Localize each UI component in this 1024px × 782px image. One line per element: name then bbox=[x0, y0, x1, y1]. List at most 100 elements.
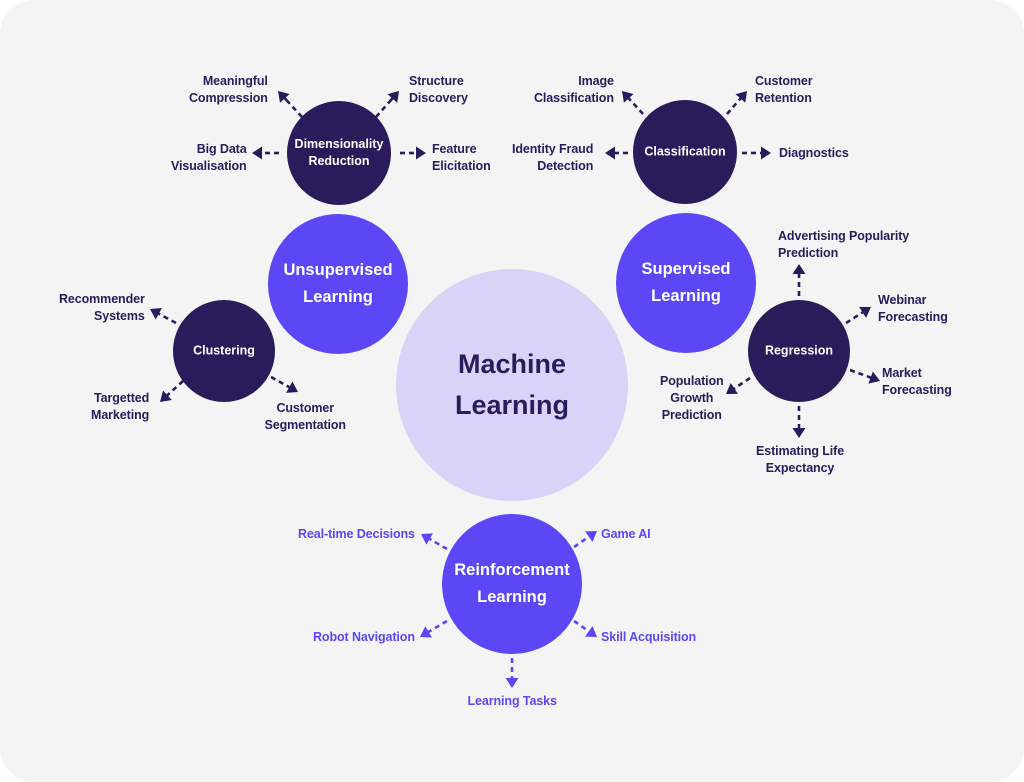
outcome-label-line: Forecasting bbox=[882, 383, 952, 397]
arrow-webinar-forecasting bbox=[845, 306, 871, 325]
arrow-recommender-systems bbox=[150, 308, 177, 325]
outcome-label-line: Discovery bbox=[409, 91, 468, 105]
outcome-label-line: Forecasting bbox=[878, 310, 948, 324]
reinforcement-learning-node-label: Reinforcement Learning bbox=[454, 557, 570, 611]
arrow-big-data-visualisation bbox=[252, 146, 279, 160]
outcome-label-line: Market bbox=[882, 366, 922, 380]
arrowhead-icon bbox=[416, 146, 426, 160]
node-label-line: Reinforcement bbox=[454, 561, 570, 579]
arrowhead-icon bbox=[585, 531, 597, 543]
arrow-diagnostics bbox=[742, 146, 771, 160]
arrow-image-classification bbox=[622, 91, 644, 115]
arrow-meaningful-compression bbox=[278, 91, 303, 118]
label-customer-segmentation: Customer Segmentation bbox=[264, 400, 347, 434]
dimensionality-reduction-node-label: Dimensionality Reduction bbox=[295, 136, 384, 170]
outcome-label-line: Image bbox=[578, 74, 614, 88]
outcome-label-line: Learning Tasks bbox=[467, 694, 557, 708]
outcome-label-line: Estimating Life bbox=[756, 444, 845, 458]
arrowhead-icon bbox=[505, 678, 519, 688]
outcome-label-line: Retention bbox=[755, 91, 812, 105]
unsupervised-learning-node-label: Unsupervised Learning bbox=[283, 257, 392, 311]
node-label-line: Supervised bbox=[641, 260, 731, 278]
arrowhead-icon bbox=[160, 390, 172, 402]
node-label-line: Unsupervised bbox=[283, 261, 393, 279]
arrow-customer-segmentation bbox=[270, 375, 298, 393]
outcome-label-line: Webinar bbox=[878, 293, 927, 307]
outcome-label-line: Prediction bbox=[778, 246, 839, 260]
label-diagnostics: Diagnostics bbox=[779, 145, 849, 162]
machine-learning-node-label: Machine Learning bbox=[455, 344, 569, 426]
outcome-label-line: Game AI bbox=[601, 527, 651, 541]
outcome-label-line: Feature bbox=[432, 142, 477, 156]
arrow-game-ai bbox=[573, 531, 597, 549]
arrow-advertising-popularity-prediction bbox=[792, 264, 806, 296]
node-label-line: Learning bbox=[477, 588, 547, 606]
arrow-targetted-marketing bbox=[160, 380, 184, 402]
outcome-label-line: Targetted bbox=[94, 391, 150, 405]
outcome-label-line: Systems bbox=[94, 309, 145, 323]
arrowhead-icon bbox=[735, 91, 747, 103]
arrow-feature-elicitation bbox=[400, 146, 426, 160]
outcome-label-line: Detection bbox=[537, 159, 594, 173]
arrow-structure-discovery bbox=[375, 91, 399, 118]
outcome-label-line: Meaningful bbox=[202, 74, 268, 88]
arrow-customer-retention bbox=[726, 91, 747, 115]
node-label-line: Regression bbox=[764, 343, 834, 358]
outcome-label-line: Diagnostics bbox=[779, 146, 849, 160]
label-robot-navigation: Robot Navigation bbox=[313, 629, 415, 646]
label-image-classification: Image Classification bbox=[534, 73, 614, 107]
outcome-label-line: Customer bbox=[276, 401, 334, 415]
outcome-label-line: Growth bbox=[670, 391, 714, 405]
label-population-growth-prediction: Population Growth Prediction bbox=[660, 373, 724, 424]
arrowhead-icon bbox=[761, 146, 771, 160]
arrow-population-growth-prediction bbox=[726, 376, 751, 394]
clustering-node-label: Clustering bbox=[193, 343, 255, 360]
label-recommender-systems: Recommender Systems bbox=[59, 291, 145, 325]
arrowhead-icon bbox=[585, 625, 597, 637]
label-market-forecasting: Market Forecasting bbox=[882, 365, 952, 399]
label-webinar-forecasting: Webinar Forecasting bbox=[878, 292, 948, 326]
arrow-identity-fraud-detection bbox=[605, 146, 628, 160]
outcome-label-line: Customer bbox=[755, 74, 813, 88]
label-game-ai: Game AI bbox=[601, 526, 651, 543]
outcome-label-line: Population bbox=[660, 374, 724, 388]
outcome-label-line: Big Data bbox=[196, 142, 247, 156]
node-label-line: Classification bbox=[644, 144, 726, 159]
label-structure-discovery: Structure Discovery bbox=[409, 73, 468, 107]
outcome-label-line: Skill Acquisition bbox=[601, 630, 697, 644]
arrow-skill-acquisition bbox=[573, 619, 597, 637]
label-real-time-decisions: Real-time Decisions bbox=[298, 526, 415, 543]
node-label-line: Learning bbox=[303, 288, 373, 306]
arrow-real-time-decisions bbox=[421, 533, 448, 551]
label-skill-acquisition: Skill Acquisition bbox=[601, 629, 696, 646]
arrow-learning-tasks bbox=[505, 658, 519, 688]
supervised-learning-node-label: Supervised Learning bbox=[642, 256, 731, 310]
outcome-label-line: Visualisation bbox=[171, 159, 247, 173]
outcome-label-line: Robot Navigation bbox=[313, 630, 415, 644]
outcome-label-line: Recommender bbox=[59, 292, 145, 306]
node-label-line: Clustering bbox=[193, 343, 255, 358]
node-label-line: Dimensionality bbox=[294, 137, 384, 151]
outcome-label-line: Identity Fraud bbox=[512, 142, 594, 156]
outcome-label-line: Advertising Popularity bbox=[778, 229, 910, 243]
outcome-label-line: Structure bbox=[409, 74, 464, 88]
label-meaningful-compression: Meaningful Compression bbox=[189, 73, 268, 107]
outcome-label-line: Compression bbox=[189, 91, 268, 105]
node-label-line: Learning bbox=[454, 390, 570, 420]
label-feature-elicitation: Feature Elicitation bbox=[432, 141, 491, 175]
label-advertising-popularity-prediction: Advertising Popularity Prediction bbox=[778, 228, 909, 262]
classification-node-label: Classification bbox=[644, 144, 725, 161]
label-identity-fraud-detection: Identity Fraud Detection bbox=[512, 141, 593, 175]
label-customer-retention: Customer Retention bbox=[755, 73, 813, 107]
outcome-label-line: Real-time Decisions bbox=[298, 527, 415, 541]
outcome-label-line: Segmentation bbox=[264, 418, 347, 432]
arrow-market-forecasting bbox=[849, 368, 880, 384]
label-estimating-life-expectancy: Estimating Life Expectancy bbox=[756, 443, 844, 477]
label-learning-tasks: Learning Tasks bbox=[468, 693, 557, 710]
arrowhead-icon bbox=[605, 146, 615, 160]
outcome-label-line: Classification bbox=[534, 91, 614, 105]
arrow-robot-navigation bbox=[420, 619, 448, 638]
outcome-label-line: Prediction bbox=[661, 408, 722, 422]
outcome-label-line: Expectancy bbox=[765, 461, 835, 475]
arrow-estimating-life-expectancy bbox=[792, 406, 806, 438]
